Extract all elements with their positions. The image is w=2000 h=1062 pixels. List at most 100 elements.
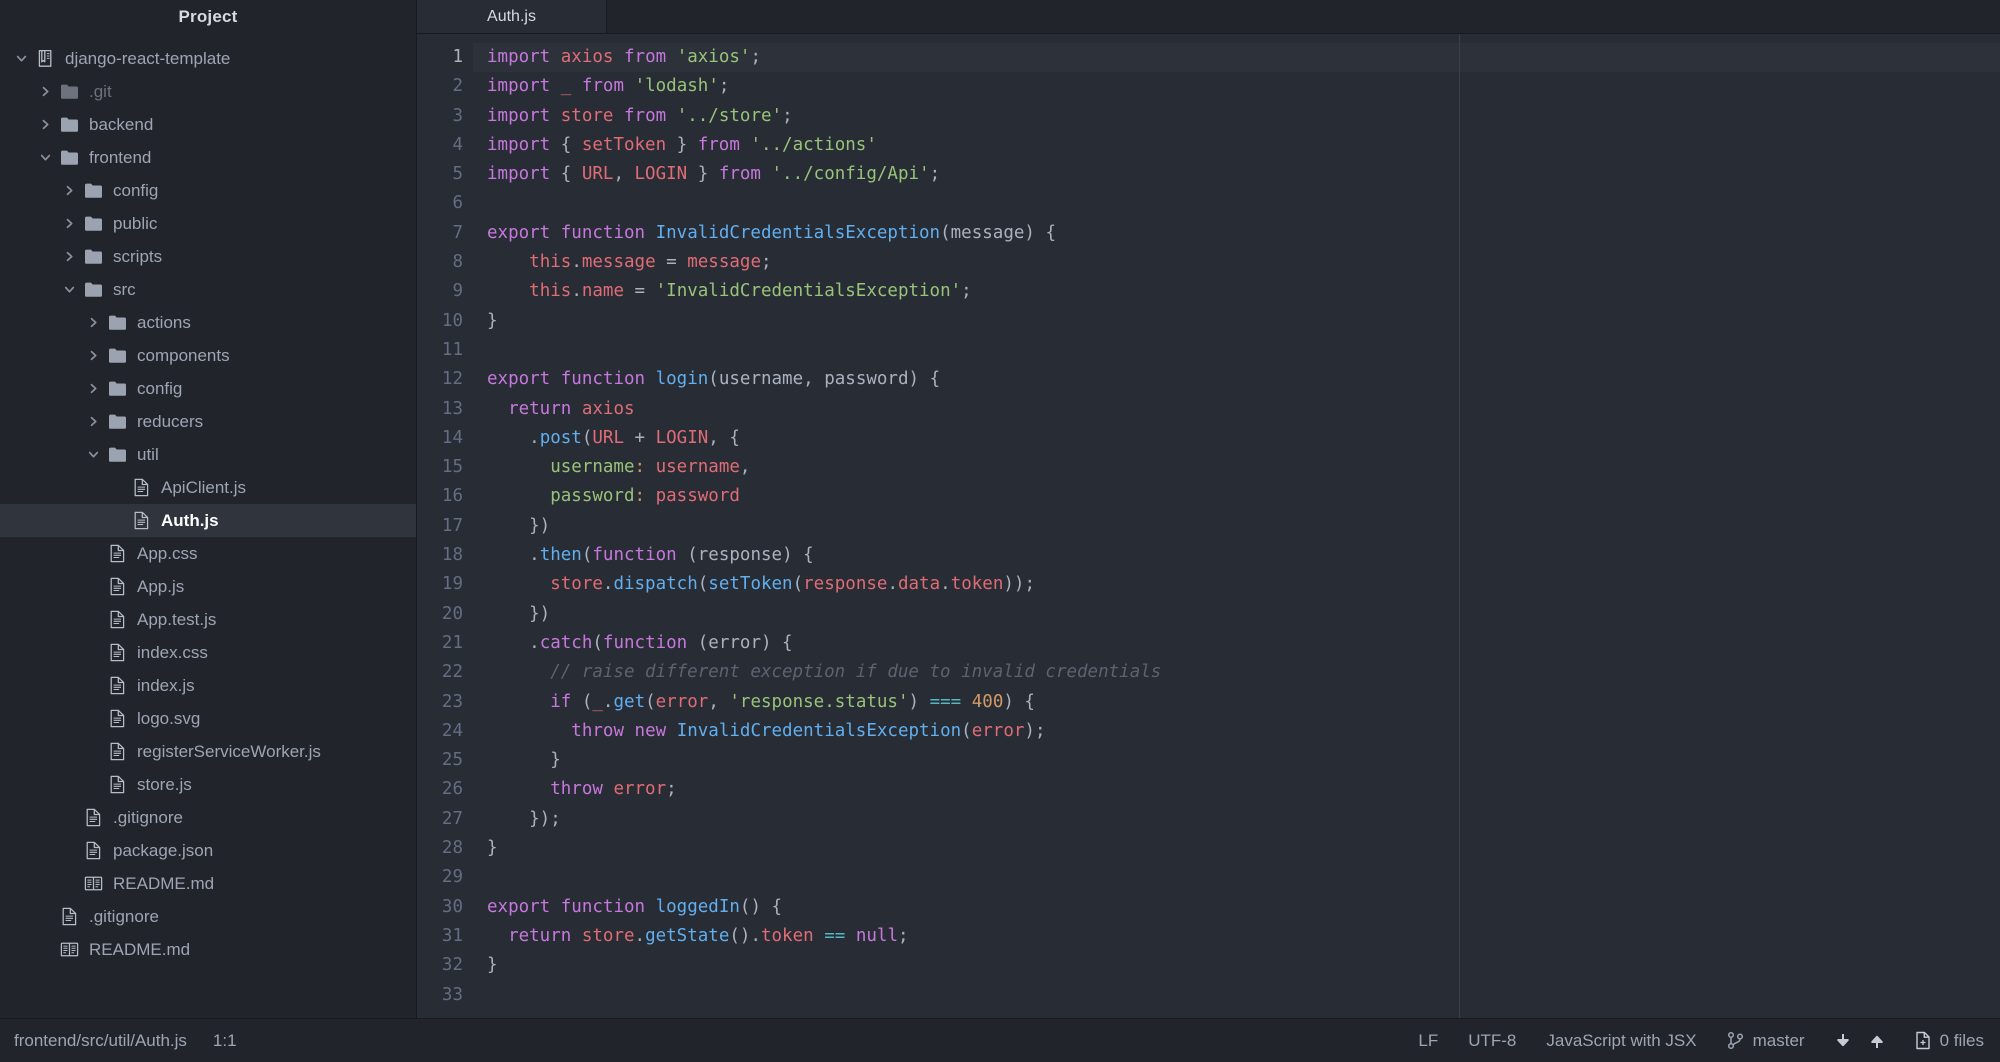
tree-item-store-js[interactable]: store.js — [0, 768, 416, 801]
tree-item-gitignore[interactable]: .gitignore — [0, 801, 416, 834]
code-line[interactable]: .post(URL + LOGIN, { — [473, 424, 2000, 453]
chevron-right-icon[interactable] — [82, 415, 104, 428]
chevron-right-icon[interactable] — [58, 217, 80, 230]
status-encoding[interactable]: UTF-8 — [1468, 1031, 1516, 1051]
code-line[interactable]: store.dispatch(setToken(response.data.to… — [473, 570, 2000, 599]
code-line[interactable]: return axios — [473, 395, 2000, 424]
status-git-branch[interactable]: master — [1727, 1031, 1805, 1051]
tree-item-label: components — [137, 339, 230, 372]
chevron-right-icon[interactable] — [34, 118, 56, 131]
code-line[interactable] — [473, 981, 2000, 1010]
tree-item-readme-md[interactable]: README.md — [0, 867, 416, 900]
tree-item-config[interactable]: config — [0, 174, 416, 207]
code-line[interactable]: }) — [473, 600, 2000, 629]
tree-item-components[interactable]: components — [0, 339, 416, 372]
git-sync-arrows[interactable] — [1835, 1032, 1885, 1050]
chevron-down-icon[interactable] — [10, 52, 32, 65]
status-file-path[interactable]: frontend/src/util/Auth.js — [14, 1031, 187, 1051]
code-line[interactable]: import _ from 'lodash'; — [473, 72, 2000, 101]
chevron-right-icon[interactable] — [58, 250, 80, 263]
code-token — [624, 76, 635, 96]
tree-item-git[interactable]: .git — [0, 75, 416, 108]
code-line[interactable]: export function login(username, password… — [473, 365, 2000, 394]
code-token — [603, 779, 614, 799]
editor-tab-auth-js[interactable]: Auth.js — [417, 0, 607, 33]
tree-item-reducers[interactable]: reducers — [0, 405, 416, 438]
chevron-right-icon[interactable] — [82, 316, 104, 329]
status-cursor-position[interactable]: 1:1 — [213, 1031, 237, 1051]
code-line[interactable]: username: username, — [473, 453, 2000, 482]
code-line[interactable]: } — [473, 834, 2000, 863]
tree-item-scripts[interactable]: scripts — [0, 240, 416, 273]
line-number: 7 — [417, 219, 463, 248]
code-line[interactable]: import { URL, LOGIN } from '../config/Ap… — [473, 160, 2000, 189]
tree-item-registerserviceworker-js[interactable]: registerServiceWorker.js — [0, 735, 416, 768]
tree-item-auth-js[interactable]: Auth.js — [0, 504, 416, 537]
line-number: 19 — [417, 570, 463, 599]
code-line[interactable]: password: password — [473, 482, 2000, 511]
code-line[interactable]: export function loggedIn() { — [473, 893, 2000, 922]
tree-item-backend[interactable]: backend — [0, 108, 416, 141]
tree-item-apiclient-js[interactable]: ApiClient.js — [0, 471, 416, 504]
code-line[interactable]: .then(function (response) { — [473, 541, 2000, 570]
code-line[interactable]: this.name = 'InvalidCredentialsException… — [473, 277, 2000, 306]
code-line[interactable]: }) — [473, 512, 2000, 541]
tree-item-app-test-js[interactable]: App.test.js — [0, 603, 416, 636]
code-token: ( — [582, 428, 593, 448]
code-line[interactable]: import axios from 'axios'; — [473, 43, 2000, 72]
tree-item-readme-md[interactable]: README.md — [0, 933, 416, 966]
code-line[interactable] — [473, 863, 2000, 892]
tree-item-label: index.css — [137, 636, 208, 669]
code-editor[interactable]: 1234567891011121314151617181920212223242… — [417, 34, 2000, 1018]
tree-item-src[interactable]: src — [0, 273, 416, 306]
code-content[interactable]: import axios from 'axios';import _ from … — [473, 34, 2000, 1018]
tree-item-label: .git — [89, 75, 112, 108]
arrow-down-icon[interactable] — [1835, 1032, 1851, 1050]
chevron-right-icon[interactable] — [82, 349, 104, 362]
chevron-down-icon[interactable] — [58, 283, 80, 296]
code-line[interactable]: }); — [473, 805, 2000, 834]
arrow-up-icon[interactable] — [1869, 1032, 1885, 1050]
code-line[interactable]: } — [473, 951, 2000, 980]
tree-item-config[interactable]: config — [0, 372, 416, 405]
code-token: ( — [677, 545, 698, 565]
chevron-right-icon[interactable] — [82, 382, 104, 395]
chevron-right-icon[interactable] — [34, 85, 56, 98]
tree-item-index-js[interactable]: index.js — [0, 669, 416, 702]
code-line[interactable]: throw error; — [473, 775, 2000, 804]
status-line-ending[interactable]: LF — [1418, 1031, 1438, 1051]
tree-item-frontend[interactable]: frontend — [0, 141, 416, 174]
chevron-right-icon[interactable] — [58, 184, 80, 197]
tree-item-django-react-template[interactable]: django-react-template — [0, 42, 416, 75]
tree-item-actions[interactable]: actions — [0, 306, 416, 339]
tree-item-public[interactable]: public — [0, 207, 416, 240]
code-line[interactable]: if (_.get(error, 'response.status') === … — [473, 688, 2000, 717]
tree-item-logo-svg[interactable]: logo.svg — [0, 702, 416, 735]
code-line[interactable] — [473, 336, 2000, 365]
tree-item-index-css[interactable]: index.css — [0, 636, 416, 669]
tree-item-package-json[interactable]: package.json — [0, 834, 416, 867]
code-line[interactable]: // raise different exception if due to i… — [473, 658, 2000, 687]
code-line[interactable]: export function InvalidCredentialsExcept… — [473, 219, 2000, 248]
status-grammar[interactable]: JavaScript with JSX — [1546, 1031, 1696, 1051]
tree-item-gitignore[interactable]: .gitignore — [0, 900, 416, 933]
status-changed-files[interactable]: 0 files — [1915, 1031, 1984, 1051]
code-line[interactable]: } — [473, 746, 2000, 775]
chevron-down-icon[interactable] — [82, 448, 104, 461]
code-line[interactable]: throw new InvalidCredentialsException(er… — [473, 717, 2000, 746]
code-token: loggedIn — [656, 897, 740, 917]
tree-item-app-js[interactable]: App.js — [0, 570, 416, 603]
code-line[interactable]: import store from '../store'; — [473, 102, 2000, 131]
code-token: throw — [550, 779, 603, 799]
code-line[interactable]: } — [473, 307, 2000, 336]
code-line[interactable]: return store.getState().token == null; — [473, 922, 2000, 951]
tree-item-app-css[interactable]: App.css — [0, 537, 416, 570]
folder-icon — [56, 149, 82, 166]
code-line[interactable]: .catch(function (error) { — [473, 629, 2000, 658]
code-line[interactable]: this.message = message; — [473, 248, 2000, 277]
code-line[interactable]: import { setToken } from '../actions' — [473, 131, 2000, 160]
tree-item-util[interactable]: util — [0, 438, 416, 471]
chevron-down-icon[interactable] — [34, 151, 56, 164]
project-tree[interactable]: django-react-template.gitbackendfrontend… — [0, 34, 416, 966]
code-line[interactable] — [473, 189, 2000, 218]
